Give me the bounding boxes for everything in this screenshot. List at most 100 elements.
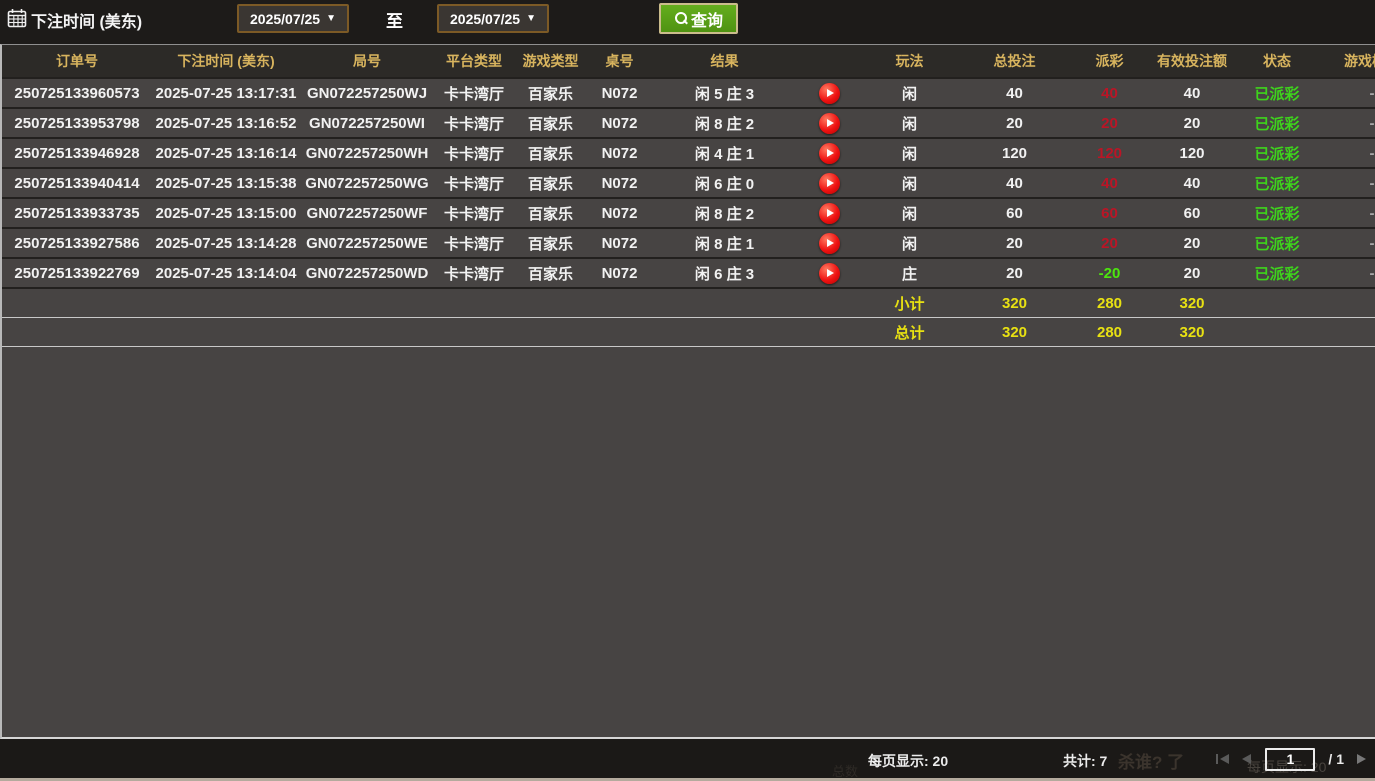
chevron-down-icon: ▼ bbox=[526, 13, 536, 24]
round-id: GN072257250WF bbox=[300, 199, 434, 227]
orders-table: 订单号 下注时间 (美东) 局号 平台类型 游戏类型 桌号 结果 玩法 总投注 … bbox=[0, 44, 1375, 739]
total-bet: 20 bbox=[957, 109, 1072, 137]
date-from-select[interactable]: 2025/07/25 ▼ bbox=[237, 4, 349, 33]
order-id: 250725133940414 bbox=[2, 169, 152, 197]
platform-type: 卡卡湾厅 bbox=[434, 109, 514, 137]
first-page-icon[interactable] bbox=[1215, 753, 1229, 765]
payout: 60 bbox=[1072, 199, 1147, 227]
bet-time: 2025-07-25 13:15:38 bbox=[152, 169, 300, 197]
game-mode: - bbox=[1317, 199, 1375, 227]
next-page-icon[interactable] bbox=[1355, 753, 1369, 765]
date-to-select[interactable]: 2025/07/25 ▼ bbox=[437, 4, 549, 33]
play-video-icon[interactable] bbox=[819, 233, 840, 254]
page-total-label: / 1 bbox=[1328, 751, 1344, 767]
game-type: 百家乐 bbox=[514, 109, 587, 137]
subtotal-row: 小计 320 280 320 bbox=[2, 289, 1375, 318]
result: 闲 4 庄 1 bbox=[652, 139, 797, 167]
play-type: 闲 bbox=[862, 199, 957, 227]
platform-type: 卡卡湾厅 bbox=[434, 229, 514, 257]
betting-history-app: 下注时间 (美东) 2025/07/25 ▼ 至 2025/07/25 ▼ 查询… bbox=[0, 0, 1375, 781]
payout: 120 bbox=[1072, 139, 1147, 167]
pagination-bar: 杀谁? 了 每页显示: 20 总数 每页显示: 20 共计: 7 1 / 1 bbox=[0, 739, 1375, 781]
payout: -20 bbox=[1072, 259, 1147, 287]
table-row: 250725133960573 2025-07-25 13:17:31 GN07… bbox=[2, 79, 1375, 109]
col-header-play: 玩法 bbox=[862, 45, 957, 77]
col-header-round: 局号 bbox=[300, 45, 434, 77]
prev-page-icon[interactable] bbox=[1240, 753, 1254, 765]
bet-time: 2025-07-25 13:14:04 bbox=[152, 259, 300, 287]
total-row: 总计 320 280 320 bbox=[2, 318, 1375, 347]
order-id: 250725133933735 bbox=[2, 199, 152, 227]
total-bet: 20 bbox=[957, 229, 1072, 257]
game-type: 百家乐 bbox=[514, 139, 587, 167]
valid-bet: 40 bbox=[1147, 169, 1237, 197]
status-badge: 已派彩 bbox=[1237, 259, 1317, 287]
play-video-icon[interactable] bbox=[819, 143, 840, 164]
col-header-payout: 派彩 bbox=[1072, 45, 1147, 77]
col-header-gametype: 游戏类型 bbox=[514, 45, 587, 77]
total-bet: 40 bbox=[957, 169, 1072, 197]
play-video-icon[interactable] bbox=[819, 263, 840, 284]
total-bet: 320 bbox=[957, 318, 1072, 346]
play-video-icon[interactable] bbox=[819, 113, 840, 134]
col-header-tableno: 桌号 bbox=[587, 45, 652, 77]
game-mode: - bbox=[1317, 109, 1375, 137]
result: 闲 5 庄 3 bbox=[652, 79, 797, 107]
col-header-status: 状态 bbox=[1237, 45, 1317, 77]
order-id: 250725133960573 bbox=[2, 79, 152, 107]
play-type: 闲 bbox=[862, 109, 957, 137]
per-page-label: 每页显示: 20 bbox=[868, 751, 948, 771]
play-video-icon[interactable] bbox=[819, 203, 840, 224]
total-bet: 60 bbox=[957, 199, 1072, 227]
bet-time: 2025-07-25 13:16:14 bbox=[152, 139, 300, 167]
status-badge: 已派彩 bbox=[1237, 109, 1317, 137]
filter-label: 下注时间 (美东) bbox=[31, 8, 142, 32]
total-valid: 320 bbox=[1147, 318, 1237, 346]
table-row: 250725133933735 2025-07-25 13:15:00 GN07… bbox=[2, 199, 1375, 229]
table-row: 250725133922769 2025-07-25 13:14:04 GN07… bbox=[2, 259, 1375, 289]
chevron-down-icon: ▼ bbox=[326, 13, 336, 24]
round-id: GN072257250WE bbox=[300, 229, 434, 257]
order-id: 250725133922769 bbox=[2, 259, 152, 287]
game-type: 百家乐 bbox=[514, 199, 587, 227]
pager: 1 / 1 bbox=[1215, 746, 1369, 772]
valid-bet: 60 bbox=[1147, 199, 1237, 227]
col-header-result: 结果 bbox=[652, 45, 797, 77]
search-button[interactable]: 查询 bbox=[659, 3, 738, 34]
game-mode: - bbox=[1317, 79, 1375, 107]
play-video-icon[interactable] bbox=[819, 83, 840, 104]
game-type: 百家乐 bbox=[514, 229, 587, 257]
bet-time: 2025-07-25 13:15:00 bbox=[152, 199, 300, 227]
page-input[interactable]: 1 bbox=[1265, 748, 1315, 771]
date-to-value: 2025/07/25 bbox=[450, 11, 520, 27]
col-header-validbet: 有效投注额 bbox=[1147, 45, 1237, 77]
filter-bar: 下注时间 (美东) 2025/07/25 ▼ 至 2025/07/25 ▼ 查询 bbox=[0, 0, 1375, 44]
play-type: 闲 bbox=[862, 79, 957, 107]
status-badge: 已派彩 bbox=[1237, 79, 1317, 107]
total-bet: 20 bbox=[957, 259, 1072, 287]
result: 闲 8 庄 2 bbox=[652, 199, 797, 227]
result: 闲 6 庄 3 bbox=[652, 259, 797, 287]
total-label: 总计 bbox=[862, 318, 957, 346]
game-mode: - bbox=[1317, 169, 1375, 197]
col-header-order: 订单号 bbox=[2, 45, 152, 77]
play-type: 闲 bbox=[862, 169, 957, 197]
payout: 20 bbox=[1072, 109, 1147, 137]
table-number: N072 bbox=[587, 229, 652, 257]
play-video-icon[interactable] bbox=[819, 173, 840, 194]
round-id: GN072257250WJ bbox=[300, 79, 434, 107]
col-header-platform: 平台类型 bbox=[434, 45, 514, 77]
total-bet: 40 bbox=[957, 79, 1072, 107]
valid-bet: 40 bbox=[1147, 79, 1237, 107]
round-id: GN072257250WG bbox=[300, 169, 434, 197]
status-badge: 已派彩 bbox=[1237, 169, 1317, 197]
bet-time: 2025-07-25 13:14:28 bbox=[152, 229, 300, 257]
bet-time: 2025-07-25 13:17:31 bbox=[152, 79, 300, 107]
status-badge: 已派彩 bbox=[1237, 139, 1317, 167]
status-badge: 已派彩 bbox=[1237, 199, 1317, 227]
table-number: N072 bbox=[587, 109, 652, 137]
search-button-label: 查询 bbox=[691, 7, 723, 31]
game-type: 百家乐 bbox=[514, 79, 587, 107]
result: 闲 6 庄 0 bbox=[652, 169, 797, 197]
background-bleed-text: 杀谁? 了 bbox=[1118, 748, 1184, 773]
